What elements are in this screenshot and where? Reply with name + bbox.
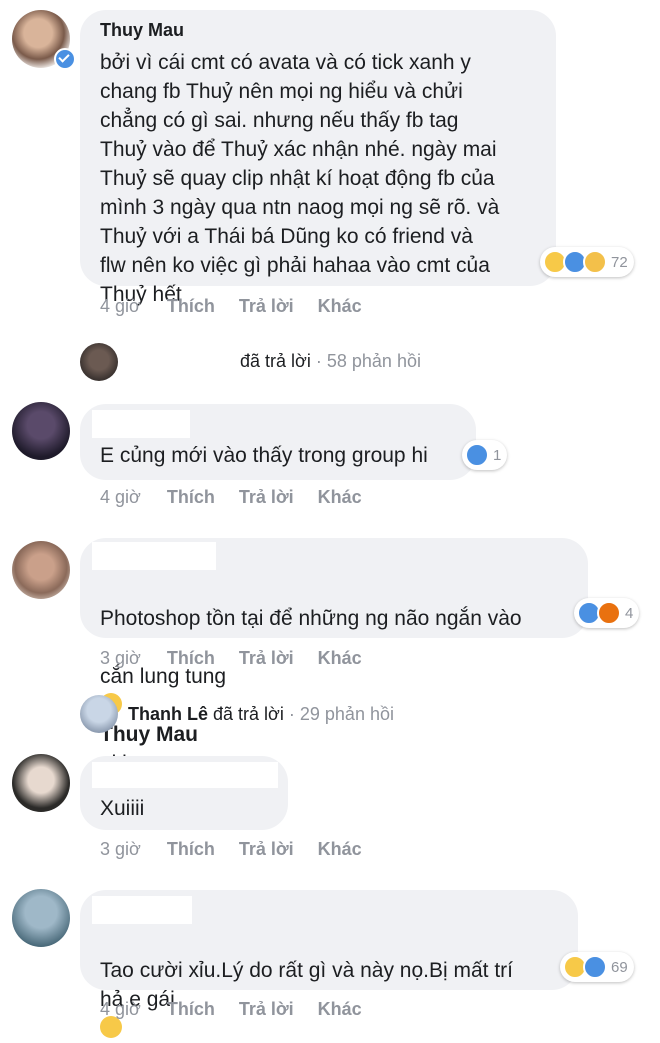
reply-button[interactable]: Trả lời bbox=[239, 296, 294, 317]
like-button[interactable]: Thích bbox=[167, 487, 215, 508]
redacted-name bbox=[92, 542, 216, 570]
reaction-summary[interactable]: 1 bbox=[462, 440, 508, 470]
reaction-count: 72 bbox=[611, 253, 628, 271]
separator: · bbox=[288, 704, 295, 724]
comment-actions: 4 giờ Thích Trả lời Khác bbox=[100, 999, 386, 1020]
reaction-count: 1 bbox=[493, 446, 502, 464]
like-reaction-icon bbox=[583, 955, 607, 979]
comment-time[interactable]: 3 giờ bbox=[100, 648, 141, 669]
reaction-count: 4 bbox=[625, 604, 634, 622]
replier-name[interactable]: Thanh Lê bbox=[128, 704, 208, 724]
like-button[interactable]: Thích bbox=[167, 648, 215, 669]
reaction-summary[interactable]: 72 bbox=[540, 247, 634, 277]
comment-actions: 3 giờ Thích Trả lời Khác bbox=[100, 839, 386, 860]
reaction-summary[interactable]: 4 bbox=[574, 598, 640, 628]
comment-time[interactable]: 4 giờ bbox=[100, 296, 141, 317]
comment-actions: 4 giờ Thích Trả lời Khác bbox=[100, 296, 386, 317]
comment-text-line: Photoshop tồn tại để những ng não ngắn v… bbox=[100, 607, 522, 630]
like-button[interactable]: Thích bbox=[167, 839, 215, 860]
reaction-summary[interactable]: 69 bbox=[560, 952, 634, 982]
comment-time[interactable]: 3 giờ bbox=[100, 839, 141, 860]
commenter-name[interactable]: Thuy Mau bbox=[100, 20, 184, 41]
reaction-count: 69 bbox=[611, 958, 628, 976]
angry-reaction-icon bbox=[597, 601, 621, 625]
redacted-name bbox=[92, 410, 190, 438]
reply-count: 58 phản hồi bbox=[326, 351, 421, 371]
avatar[interactable] bbox=[12, 402, 70, 460]
like-reaction-icon bbox=[465, 443, 489, 467]
like-button[interactable]: Thích bbox=[167, 296, 215, 317]
reply-count: 29 phản hồi bbox=[299, 704, 394, 724]
reply-button[interactable]: Trả lời bbox=[239, 648, 294, 669]
more-button[interactable]: Khác bbox=[318, 296, 362, 317]
comment-actions: 3 giờ Thích Trả lời Khác bbox=[100, 648, 386, 669]
comment-text: Xuiiii bbox=[100, 797, 145, 820]
avatar[interactable] bbox=[80, 695, 118, 733]
reply-verb: đã trả lời bbox=[240, 351, 311, 371]
reply-summary[interactable]: Thanh Lê đã trả lời · 29 phản hồi bbox=[128, 704, 394, 725]
comment-text: E củng mới vào thấy trong group hi bbox=[100, 444, 428, 467]
comment-time[interactable]: 4 giờ bbox=[100, 999, 141, 1020]
verified-badge-icon bbox=[54, 48, 76, 70]
more-button[interactable]: Khác bbox=[318, 487, 362, 508]
avatar[interactable] bbox=[12, 754, 70, 812]
comment-text: Tao cười xỉu.Lý do rất gì và này nọ.Bị m… bbox=[100, 927, 570, 1043]
redacted-name bbox=[92, 762, 278, 788]
comment-time[interactable]: 4 giờ bbox=[100, 487, 141, 508]
reply-button[interactable]: Trả lời bbox=[239, 839, 294, 860]
reply-button[interactable]: Trả lời bbox=[239, 487, 294, 508]
more-button[interactable]: Khác bbox=[318, 839, 362, 860]
comment-actions: 4 giờ Thích Trả lời Khác bbox=[100, 487, 386, 508]
avatar[interactable] bbox=[80, 343, 118, 381]
reply-verb: đã trả lời bbox=[213, 704, 284, 724]
separator: · bbox=[315, 351, 322, 371]
reply-button[interactable]: Trả lời bbox=[239, 999, 294, 1020]
mention-link[interactable]: Thuy Mau bbox=[100, 723, 198, 746]
more-button[interactable]: Khác bbox=[318, 999, 362, 1020]
redacted-name bbox=[92, 896, 192, 924]
like-button[interactable]: Thích bbox=[167, 999, 215, 1020]
comment-text: bởi vì cái cmt có avata và có tick xanh … bbox=[100, 51, 500, 306]
reply-summary[interactable]: đã trả lời · 58 phản hồi bbox=[240, 351, 421, 372]
sad-reaction-icon bbox=[583, 250, 607, 274]
more-button[interactable]: Khác bbox=[318, 648, 362, 669]
avatar[interactable] bbox=[12, 541, 70, 599]
avatar[interactable] bbox=[12, 889, 70, 947]
